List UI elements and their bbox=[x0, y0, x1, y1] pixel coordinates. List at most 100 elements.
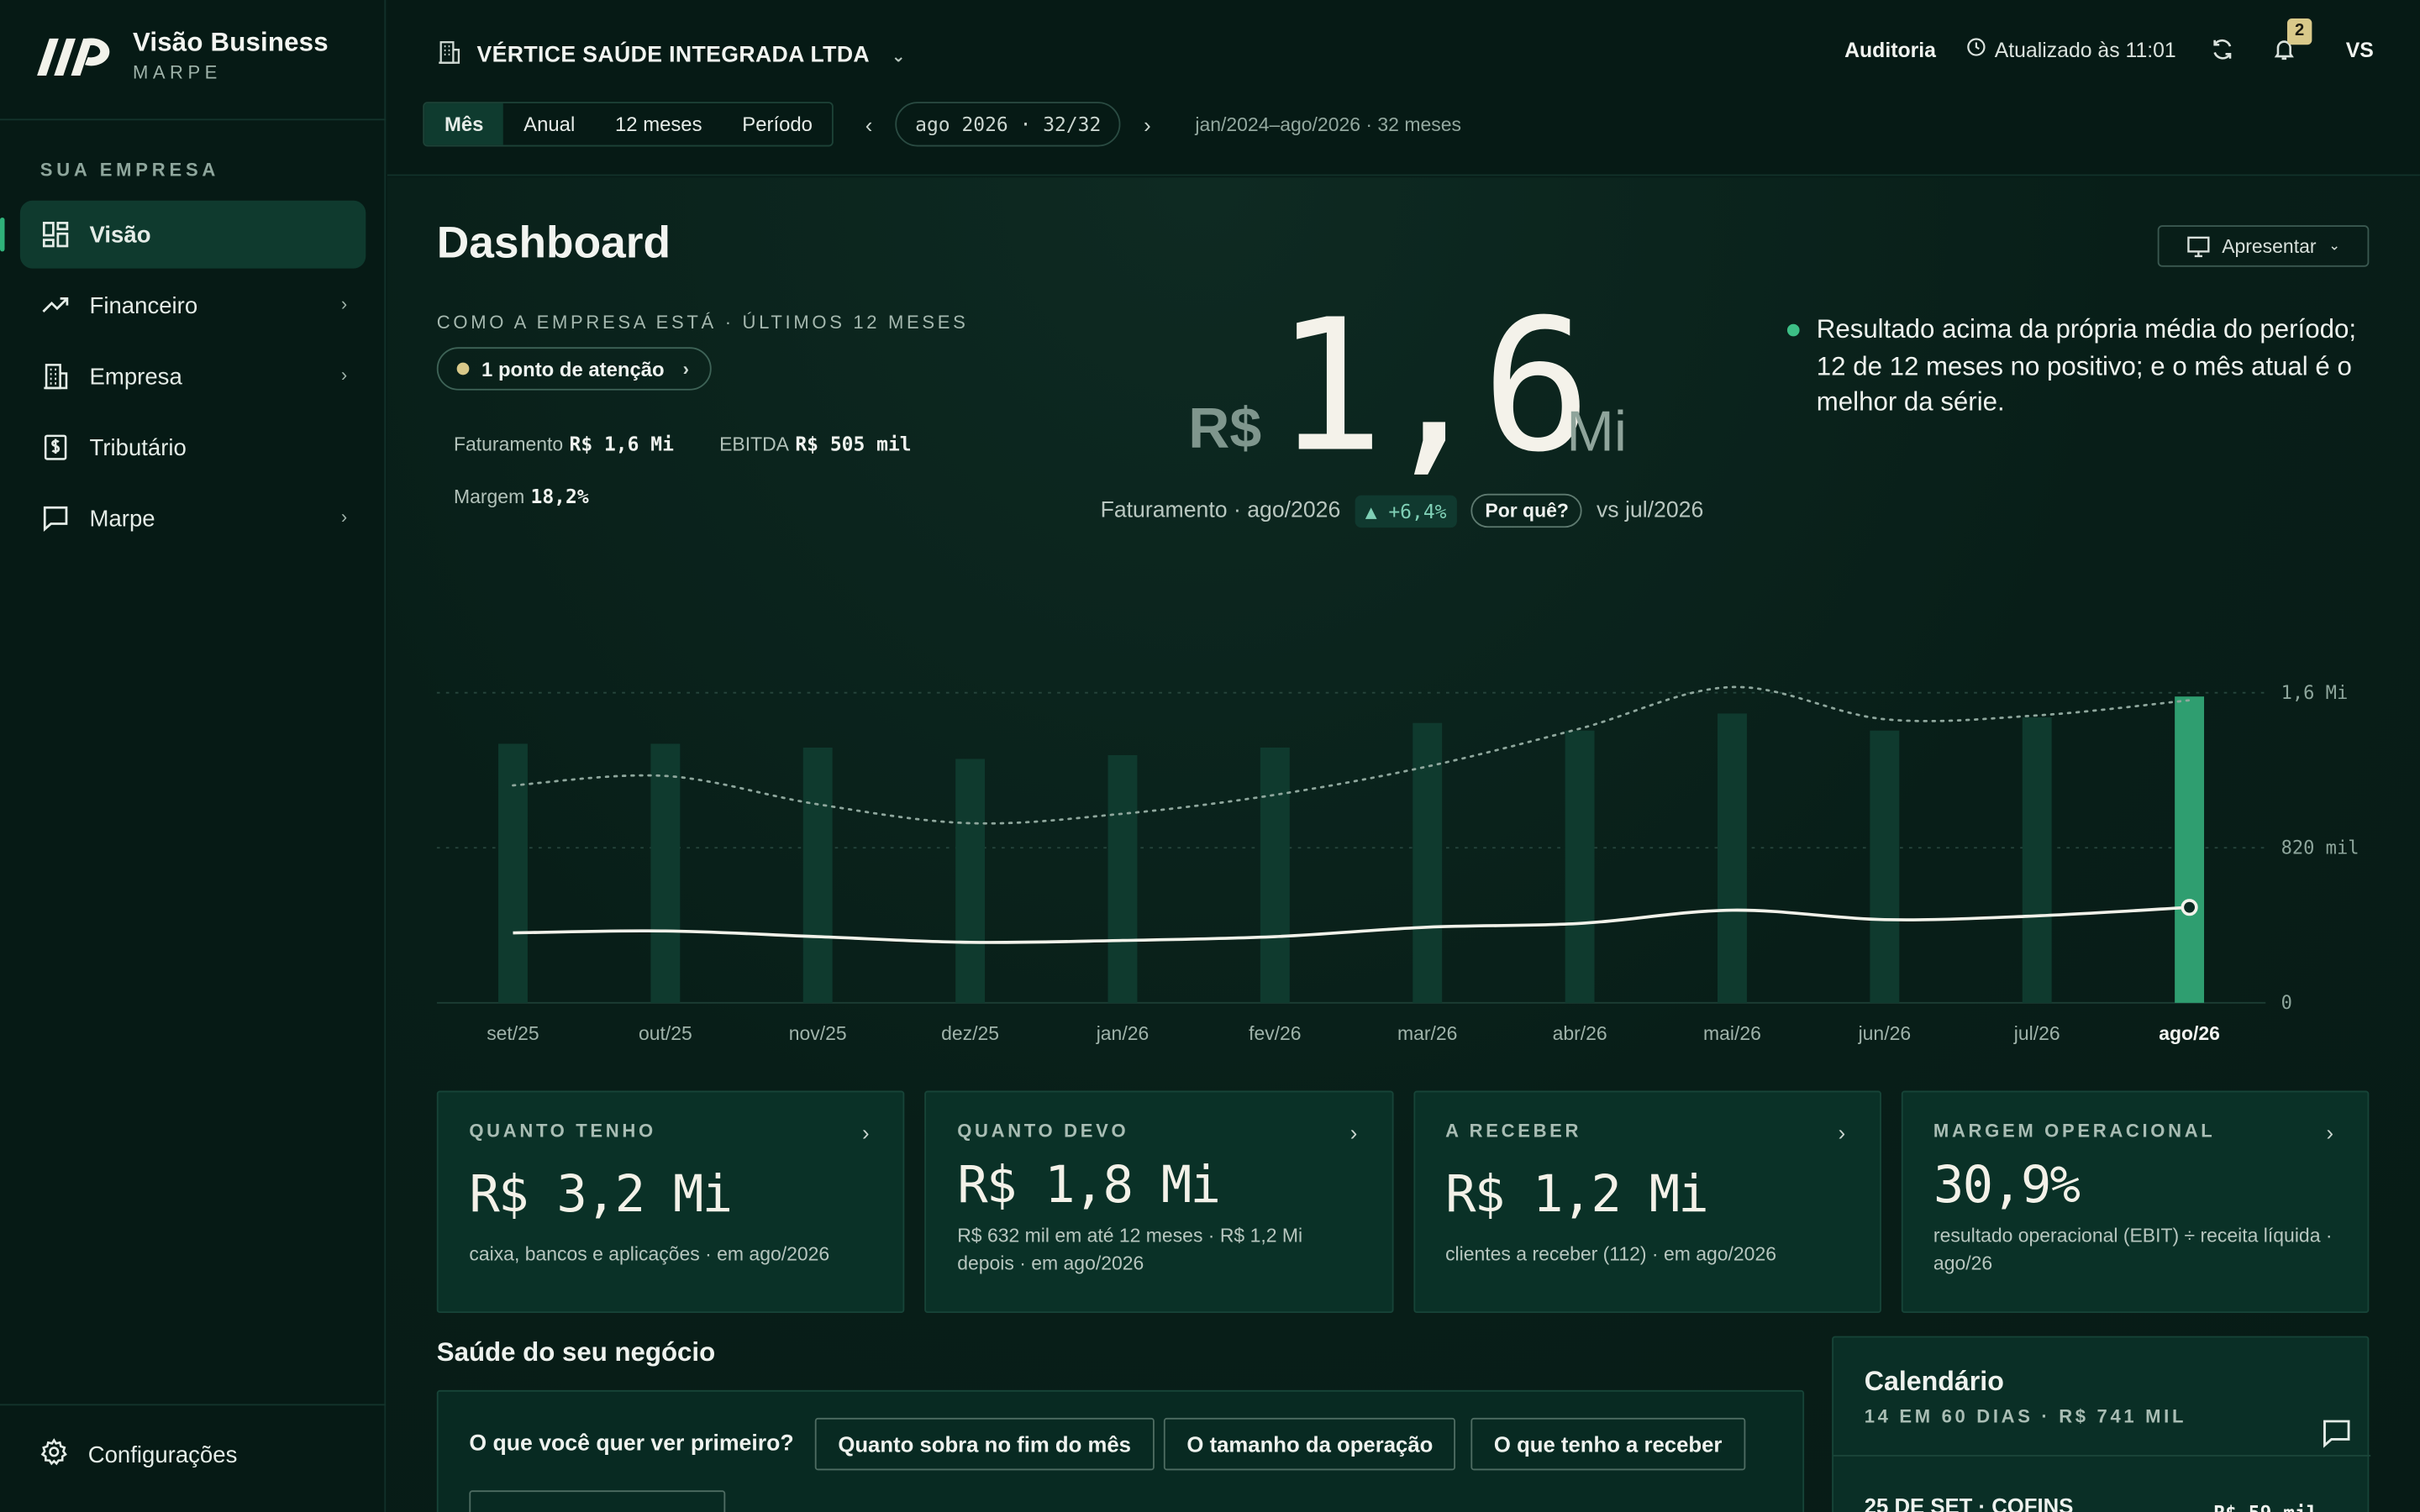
marpe-logo-icon bbox=[37, 38, 110, 76]
chart-bar bbox=[2022, 717, 2052, 1003]
period-range-label: jan/2024–ago/2026 · 32 meses bbox=[1195, 113, 1461, 135]
chip-partial[interactable] bbox=[469, 1490, 726, 1512]
chevron-down-icon: ⌄ bbox=[2328, 237, 2341, 254]
chip-tamanho-operacao[interactable]: O tamanho da operação bbox=[1163, 1417, 1456, 1471]
attention-label: 1 ponto de atenção bbox=[481, 357, 665, 381]
chat-icon bbox=[2323, 1420, 2350, 1448]
tab-periodo[interactable]: Período bbox=[722, 103, 832, 145]
refresh-button[interactable] bbox=[2207, 34, 2238, 65]
app-root: Visão Business MARPE SUA EMPRESA Visão F… bbox=[0, 0, 2420, 1512]
x-tick-label: jun/26 bbox=[1858, 1022, 1912, 1044]
sidebar-item-visao[interactable]: Visão bbox=[0, 200, 366, 269]
mini-kpi-margem: Margem 18,2% bbox=[453, 484, 589, 508]
chart-bar bbox=[650, 743, 681, 1003]
tab-12-meses[interactable]: 12 meses bbox=[595, 103, 722, 145]
tab-anual[interactable]: Anual bbox=[503, 103, 595, 145]
chart-bar bbox=[498, 743, 528, 1003]
calendar-item-value: R$ 59 mil bbox=[2213, 1501, 2317, 1512]
hero-unit: Mi bbox=[1566, 399, 1627, 464]
kpi-card-quanto-devo[interactable]: QUANTO DEVO › R$ 1,8 Mi R$ 632 mil em at… bbox=[924, 1090, 1393, 1314]
x-tick-label: mai/26 bbox=[1703, 1022, 1761, 1044]
overview-label: COMO A EMPRESA ESTÁ · ÚLTIMOS 12 MESES bbox=[436, 312, 969, 333]
present-label: Apresentar bbox=[2222, 235, 2317, 257]
health-question: O que você quer ver primeiro? bbox=[469, 1431, 794, 1457]
calendar-title: Calendário bbox=[1864, 1365, 2004, 1397]
chip-quanto-sobra[interactable]: Quanto sobra no fim do mês bbox=[814, 1417, 1155, 1471]
attention-pill[interactable]: 1 ponto de atenção › bbox=[436, 347, 713, 391]
user-avatar[interactable]: VS bbox=[2346, 38, 2374, 61]
chart-bar bbox=[955, 759, 986, 1003]
previous-period-button[interactable]: ‹ bbox=[858, 102, 880, 145]
mini-kpi-ebitda: EBITDA R$ 505 mil bbox=[719, 432, 912, 455]
kpi-label: QUANTO TENHO bbox=[469, 1120, 656, 1142]
present-button[interactable]: Apresentar ⌄ bbox=[2157, 225, 2370, 267]
chevron-right-icon: › bbox=[1838, 1120, 1846, 1145]
sidebar-item-empresa[interactable]: Empresa › bbox=[20, 343, 366, 411]
kpi-card-a-receber[interactable]: A RECEBER › R$ 1,2 Mi clientes a receber… bbox=[1413, 1090, 1881, 1314]
building-icon bbox=[42, 363, 70, 391]
brand-title: Visão Business bbox=[132, 28, 329, 57]
kpi-card-quanto-tenho[interactable]: QUANTO TENHO › R$ 3,2 Mi caixa, bancos e… bbox=[436, 1090, 905, 1314]
kpi-description: R$ 632 mil em até 12 meses · R$ 1,2 Mi d… bbox=[957, 1225, 1303, 1274]
chat-button[interactable] bbox=[2321, 1418, 2352, 1449]
last-updated: Atualizado às 11:01 bbox=[1967, 37, 2176, 61]
next-period-button[interactable]: › bbox=[1137, 102, 1159, 145]
chip-a-receber[interactable]: O que tenho a receber bbox=[1470, 1417, 1745, 1471]
sidebar: Visão Business MARPE SUA EMPRESA Visão F… bbox=[0, 0, 387, 1512]
revenue-chart: 0 820 mil 1,6 Mi set/25 out/25 nov/25 dez/25 ja… bbox=[436, 683, 2360, 1044]
company-name: VÉRTICE SAÚDE INTEGRADA LTDA bbox=[476, 43, 871, 68]
x-tick-label: fev/26 bbox=[1249, 1022, 1302, 1044]
x-tick-label: ago/26 bbox=[2159, 1022, 2220, 1044]
hero-caption-row: Faturamento · ago/2026 ▲ +6,4% Por quê? … bbox=[1101, 493, 1703, 528]
health-panel: O que você quer ver primeiro? Quanto sob… bbox=[436, 1389, 1805, 1512]
chart-series-dotted-line bbox=[512, 685, 2191, 825]
x-tick-label: dez/25 bbox=[941, 1022, 999, 1044]
y-tick-label: 1,6 Mi bbox=[2281, 683, 2349, 704]
chevron-right-icon: › bbox=[2326, 1120, 2334, 1145]
page-title: Dashboard bbox=[436, 218, 671, 269]
sidebar-item-financeiro[interactable]: Financeiro › bbox=[20, 271, 366, 339]
settings-label: Configurações bbox=[87, 1441, 238, 1468]
x-tick-label: abr/26 bbox=[1553, 1022, 1607, 1044]
chevron-right-icon: › bbox=[1349, 1120, 1358, 1145]
y-tick-label: 0 bbox=[2281, 993, 2292, 1014]
audit-link[interactable]: Auditoria bbox=[1844, 38, 1936, 61]
x-tick-label: jul/26 bbox=[2013, 1022, 2060, 1044]
sidebar-item-marpe[interactable]: Marpe › bbox=[20, 485, 366, 553]
x-tick-label: mar/26 bbox=[1397, 1022, 1457, 1044]
calendar-panel: Calendário 14 EM 60 DIAS · R$ 741 MIL 25… bbox=[1832, 1336, 2371, 1512]
sidebar-section-label: SUA EMPRESA bbox=[39, 159, 220, 181]
settings-link[interactable]: Configurações bbox=[40, 1438, 238, 1472]
mini-kpi-faturamento: Faturamento R$ 1,6 Mi bbox=[453, 432, 674, 455]
presentation-icon bbox=[2186, 235, 2209, 257]
x-tick-label: jan/26 bbox=[1096, 1022, 1150, 1044]
hero-metric: R$ 1,6 Mi bbox=[1182, 295, 1691, 486]
chevron-right-icon: › bbox=[340, 506, 348, 528]
kpi-label: MARGEM OPERACIONAL bbox=[1933, 1120, 2216, 1142]
notifications-button[interactable]: 2 bbox=[2269, 18, 2312, 65]
company-selector[interactable]: VÉRTICE SAÚDE INTEGRADA LTDA ⌄ bbox=[437, 40, 906, 71]
calendar-divider bbox=[1833, 1455, 2371, 1457]
kpi-value: R$ 3,2 Mi bbox=[469, 1163, 733, 1224]
tab-mes[interactable]: Mês bbox=[424, 103, 504, 145]
calendar-item-label[interactable]: 25 DE SET · COFINS bbox=[1865, 1494, 2074, 1512]
brand[interactable]: Visão Business MARPE bbox=[34, 28, 329, 84]
kpi-description: resultado operacional (EBIT) ÷ receita l… bbox=[1933, 1225, 2333, 1274]
last-updated-text: Atualizado às 11:01 bbox=[1994, 37, 2176, 61]
trending-up-icon bbox=[42, 291, 70, 319]
refresh-icon bbox=[2213, 39, 2232, 60]
topbar-actions: Auditoria Atualizado às 11:01 2 VS bbox=[1844, 18, 2374, 65]
sidebar-footer-divider bbox=[0, 1404, 387, 1406]
chart-bar bbox=[1870, 730, 1900, 1003]
topbar: VÉRTICE SAÚDE INTEGRADA LTDA ⌄ Mês Anual… bbox=[387, 0, 2420, 176]
mini-kpis: Faturamento R$ 1,6 Mi EBITDA R$ 505 mil Ma… bbox=[454, 418, 1009, 523]
chart-point bbox=[2181, 899, 2198, 916]
kpi-card-margem-operacional[interactable]: MARGEM OPERACIONAL › 30,9% resultado ope… bbox=[1901, 1090, 2370, 1314]
sidebar-item-label: Marpe bbox=[89, 505, 155, 532]
sidebar-item-tributario[interactable]: Tributário bbox=[20, 413, 366, 481]
notification-count-badge: 2 bbox=[2286, 18, 2312, 45]
sidebar-nav: Visão Financeiro › Empresa › Tributário … bbox=[0, 200, 366, 555]
why-button[interactable]: Por quê? bbox=[1470, 493, 1583, 528]
brand-subtitle: MARPE bbox=[132, 61, 222, 84]
period-selector[interactable]: ago 2026 · 32/32 bbox=[895, 102, 1122, 147]
